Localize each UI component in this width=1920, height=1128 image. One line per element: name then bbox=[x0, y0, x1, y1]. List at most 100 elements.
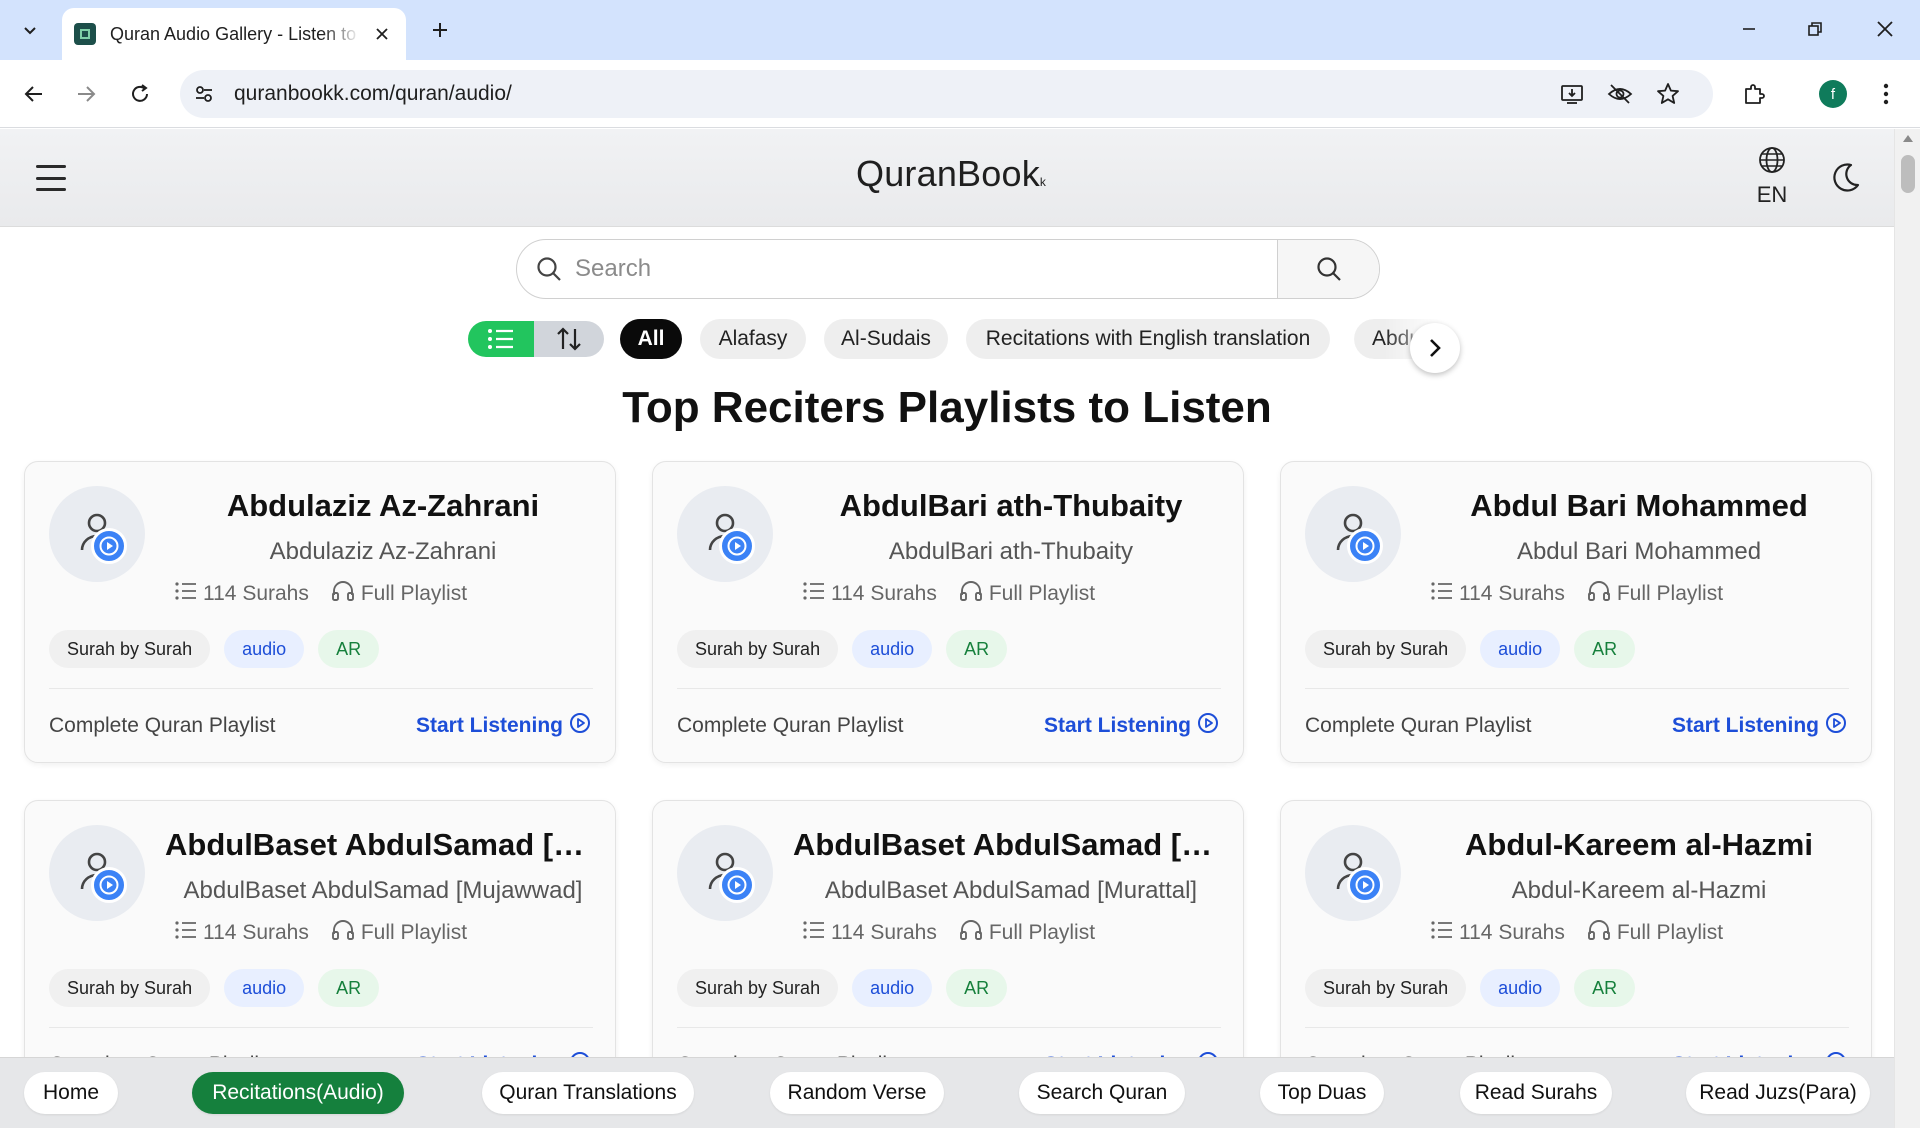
site-logo[interactable]: QuranBookk bbox=[856, 153, 1046, 195]
tag-audio[interactable]: audio bbox=[852, 630, 933, 668]
list-icon bbox=[1431, 582, 1459, 606]
list-icon bbox=[1431, 921, 1459, 945]
eye-off-icon[interactable] bbox=[1604, 78, 1636, 110]
start-listening-link[interactable]: Start Listening bbox=[1044, 712, 1219, 740]
nav-recitations-audio[interactable]: Recitations(Audio) bbox=[192, 1072, 404, 1114]
tag-language[interactable]: AR bbox=[946, 630, 1008, 668]
tag-surah-by-surah[interactable]: Surah by Surah bbox=[677, 969, 839, 1007]
play-circle-icon[interactable] bbox=[719, 867, 755, 903]
reload-button[interactable] bbox=[120, 74, 160, 114]
reciter-name[interactable]: AbdulBaset AbdulSamad [Mujawwad] bbox=[165, 827, 601, 863]
reciter-card[interactable]: Abdulaziz Az-Zahrani Abdulaziz Az-Zahrani… bbox=[24, 461, 616, 763]
playlist-description: Complete Quran Playlist bbox=[677, 714, 904, 737]
chip-al-sudais[interactable]: Al-Sudais bbox=[824, 319, 948, 359]
nav-top-duas[interactable]: Top Duas bbox=[1260, 1072, 1384, 1114]
install-app-icon[interactable] bbox=[1556, 78, 1588, 110]
start-listening-link[interactable]: Start Listening bbox=[1672, 712, 1847, 740]
close-window-button[interactable] bbox=[1860, 8, 1910, 50]
reciter-name[interactable]: Abdulaziz Az-Zahrani bbox=[165, 488, 601, 524]
play-circle-icon bbox=[563, 712, 591, 740]
profile-button[interactable]: f bbox=[1813, 74, 1853, 114]
moon-icon bbox=[1833, 163, 1860, 192]
browser-tab-active[interactable]: Quran Audio Gallery - Listen to bbox=[62, 8, 406, 60]
scroll-up-arrow-icon[interactable] bbox=[1903, 135, 1913, 142]
tag-audio[interactable]: audio bbox=[224, 969, 305, 1007]
search-input[interactable] bbox=[575, 240, 1277, 298]
tag-audio[interactable]: audio bbox=[224, 630, 305, 668]
site-info-icon[interactable] bbox=[184, 74, 224, 114]
tag-surah-by-surah[interactable]: Surah by Surah bbox=[49, 630, 211, 668]
play-circle-icon[interactable] bbox=[1347, 867, 1383, 903]
reciter-card[interactable]: AbdulBari ath-Thubaity AbdulBari ath-Thub… bbox=[652, 461, 1244, 763]
scroll-thumb[interactable] bbox=[1901, 155, 1915, 193]
start-listening-link[interactable]: Start Listening bbox=[416, 712, 591, 740]
full-playlist-label: Full Playlist bbox=[1616, 921, 1724, 944]
hamburger-menu-icon[interactable] bbox=[34, 161, 68, 195]
back-button[interactable] bbox=[14, 74, 54, 114]
reload-icon bbox=[132, 84, 148, 102]
list-icon bbox=[488, 329, 513, 349]
nav-read-juzs[interactable]: Read Juzs(Para) bbox=[1686, 1072, 1870, 1114]
headphones-icon bbox=[331, 919, 361, 947]
tag-surah-by-surah[interactable]: Surah by Surah bbox=[677, 630, 839, 668]
tag-language[interactable]: AR bbox=[1574, 969, 1636, 1007]
tag-audio[interactable]: audio bbox=[852, 969, 933, 1007]
tag-language[interactable]: AR bbox=[318, 630, 380, 668]
address-bar[interactable]: quranbookk.com/quran/audio/ bbox=[180, 70, 1713, 118]
sort-button[interactable] bbox=[534, 321, 604, 357]
headphones-icon bbox=[959, 919, 989, 947]
chip-alafasy[interactable]: Alafasy bbox=[700, 319, 806, 359]
tag-list: Surah by Surah audio AR bbox=[677, 969, 1021, 1007]
nav-random-verse[interactable]: Random Verse bbox=[770, 1072, 944, 1114]
more-vertical-icon bbox=[1883, 83, 1889, 105]
nav-quran-translations[interactable]: Quran Translations bbox=[482, 1072, 694, 1114]
tag-surah-by-surah[interactable]: Surah by Surah bbox=[1305, 630, 1467, 668]
tag-language[interactable]: AR bbox=[946, 969, 1008, 1007]
reciter-name[interactable]: Abdul Bari Mohammed bbox=[1421, 488, 1857, 524]
play-circle-icon[interactable] bbox=[91, 528, 127, 564]
tab-search-button[interactable] bbox=[12, 12, 48, 48]
browser-menu-button[interactable] bbox=[1866, 74, 1906, 114]
chip-english-translation[interactable]: Recitations with English translation bbox=[966, 319, 1330, 359]
reciter-card[interactable]: Abdul Bari Mohammed Abdul Bari Mohammed 11… bbox=[1280, 461, 1872, 763]
extensions-button[interactable] bbox=[1734, 74, 1774, 114]
tag-language[interactable]: AR bbox=[318, 969, 380, 1007]
list-view-button[interactable] bbox=[468, 321, 534, 357]
restore-icon bbox=[1808, 22, 1822, 36]
play-circle-icon[interactable] bbox=[91, 867, 127, 903]
play-circle-icon[interactable] bbox=[1347, 528, 1383, 564]
new-tab-button[interactable] bbox=[424, 14, 456, 46]
list-icon bbox=[175, 921, 203, 945]
reciter-name[interactable]: Abdul-Kareem al-Hazmi bbox=[1421, 827, 1857, 863]
reciter-name[interactable]: AbdulBari ath-Thubaity bbox=[793, 488, 1229, 524]
minimize-button[interactable] bbox=[1724, 8, 1774, 50]
theme-toggle[interactable] bbox=[1826, 159, 1864, 197]
playlist-meta: 114 Surahs Full Playlist bbox=[803, 580, 1117, 608]
page-scrollbar[interactable] bbox=[1894, 129, 1920, 1128]
close-tab-icon[interactable] bbox=[370, 22, 394, 46]
nav-search-quran[interactable]: Search Quran bbox=[1019, 1072, 1185, 1114]
globe-icon bbox=[1759, 147, 1785, 173]
bookmark-star-icon[interactable] bbox=[1652, 78, 1684, 110]
play-circle-icon[interactable] bbox=[719, 528, 755, 564]
surah-count: 114 Surahs bbox=[831, 921, 937, 944]
headphones-icon bbox=[331, 580, 361, 608]
chip-all[interactable]: All bbox=[620, 319, 682, 359]
tag-audio[interactable]: audio bbox=[1480, 630, 1561, 668]
nav-read-surahs[interactable]: Read Surahs bbox=[1460, 1072, 1612, 1114]
forward-button[interactable] bbox=[66, 74, 106, 114]
plus-icon bbox=[433, 23, 447, 37]
tag-surah-by-surah[interactable]: Surah by Surah bbox=[49, 969, 211, 1007]
nav-home[interactable]: Home bbox=[24, 1072, 118, 1114]
tag-language[interactable]: AR bbox=[1574, 630, 1636, 668]
playlist-meta: 114 Surahs Full Playlist bbox=[1431, 919, 1745, 947]
restore-button[interactable] bbox=[1790, 8, 1840, 50]
minimize-icon bbox=[1743, 28, 1755, 30]
surah-count: 114 Surahs bbox=[831, 582, 937, 605]
language-selector[interactable]: EN bbox=[1752, 145, 1792, 208]
reciter-name[interactable]: AbdulBaset AbdulSamad [Murattal] bbox=[793, 827, 1229, 863]
chips-next-button[interactable] bbox=[1410, 323, 1460, 373]
search-button[interactable] bbox=[1277, 240, 1379, 298]
tag-surah-by-surah[interactable]: Surah by Surah bbox=[1305, 969, 1467, 1007]
tag-audio[interactable]: audio bbox=[1480, 969, 1561, 1007]
